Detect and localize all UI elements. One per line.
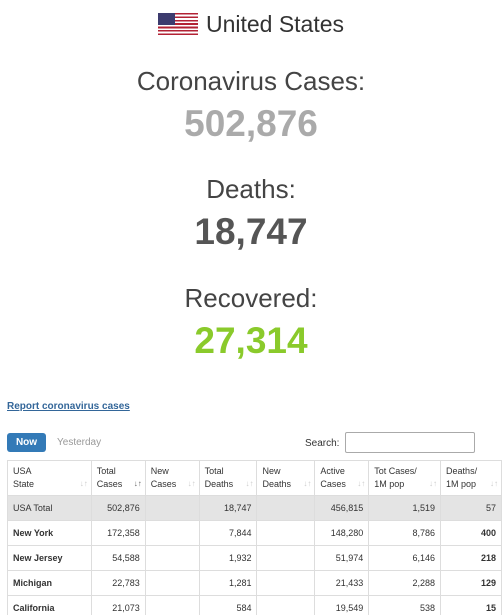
column-header-line: Tot Cases/ — [374, 466, 417, 476]
table-cell: 2,288 — [368, 570, 442, 596]
column-header-total-deaths[interactable]: Total Deaths ↓↑ — [198, 460, 258, 496]
table-cell — [256, 520, 316, 546]
table-cell — [256, 570, 316, 596]
table-cell — [144, 545, 200, 571]
country-name: United States — [205, 10, 345, 37]
table-cell: 456,815 — [314, 495, 370, 521]
column-header-line: 1M pop — [446, 479, 477, 489]
column-header-line: USA — [13, 466, 32, 476]
sort-icon: ↓↑ — [303, 479, 312, 488]
table-cell-state: New Jersey — [7, 545, 92, 571]
table-row: New Jersey 54,588 1,932 51,974 6,146 218 — [7, 545, 502, 571]
column-header-line: New — [262, 466, 281, 476]
sort-icon: ↓↑ — [245, 479, 254, 488]
column-header-new-cases[interactable]: New Cases ↓↑ — [144, 460, 200, 496]
table-cell: 7,844 — [198, 520, 258, 546]
table-cell — [144, 570, 200, 596]
table-cell: 218 — [440, 545, 502, 571]
table-cell — [256, 545, 316, 571]
column-header-line: Cases — [96, 479, 123, 489]
table-cell: 1,932 — [198, 545, 258, 571]
table-cell: 1,281 — [198, 570, 258, 596]
table-cell: 1,519 — [368, 495, 442, 521]
cases-label: Coronavirus Cases: — [136, 66, 366, 96]
column-header-tot-cases-per-1m[interactable]: Tot Cases/1M pop ↓↑ — [368, 460, 442, 496]
sort-desc-icon: ↓↑ — [133, 479, 142, 488]
table-cell: 6,146 — [368, 545, 442, 571]
table-cell — [144, 495, 200, 521]
table-cell: 18,747 — [198, 495, 258, 521]
table-cell: 21,433 — [314, 570, 370, 596]
table-cell-state: USA Total — [7, 495, 92, 521]
search-input[interactable] — [345, 432, 475, 453]
table-cell: 172,358 — [90, 520, 146, 546]
recovered-value: 27,314 — [194, 320, 308, 361]
column-header-line: Cases — [150, 479, 177, 489]
recovered-label: Recovered: — [184, 283, 318, 313]
table-cell: 502,876 — [90, 495, 146, 521]
column-header-line: Deaths — [262, 479, 291, 489]
tab-yesterday[interactable]: Yesterday — [57, 437, 101, 448]
table-cell-state: New York — [7, 520, 92, 546]
table-cell: 19,549 — [314, 595, 370, 615]
country-header: United States — [0, 9, 502, 39]
table-cell — [256, 495, 316, 521]
search-label: Search: — [305, 438, 340, 449]
sort-icon: ↓↑ — [187, 479, 196, 488]
table-cell: 400 — [440, 520, 502, 546]
table-cell: 57 — [440, 495, 502, 521]
column-header-line: New — [150, 466, 169, 476]
column-header-line: Active — [320, 466, 345, 476]
sort-icon: ↓↑ — [429, 479, 438, 488]
sort-icon: ↓↑ — [490, 479, 498, 488]
column-header-line: State — [13, 479, 35, 489]
column-header-line: Cases — [320, 479, 346, 489]
table-row: California 21,073 584 19,549 538 15 — [7, 595, 502, 615]
table-cell — [144, 520, 200, 546]
table-cell: 148,280 — [314, 520, 370, 546]
table-cell: 15 — [440, 595, 502, 615]
table-cell-state: Michigan — [7, 570, 92, 596]
table-cell — [144, 595, 200, 615]
deaths-value: 18,747 — [194, 211, 308, 252]
table-cell: 54,588 — [90, 545, 146, 571]
column-header-total-cases[interactable]: Total Cases ↓↑ — [90, 460, 146, 496]
sort-icon: ↓↑ — [79, 479, 88, 488]
table-cell: 129 — [440, 570, 502, 596]
tab-now[interactable]: Now — [7, 433, 46, 452]
table-row: New York 172,358 7,844 148,280 8,786 400 — [7, 520, 502, 546]
deaths-label: Deaths: — [206, 174, 296, 204]
report-cases-link[interactable]: Report coronavirus cases — [7, 401, 130, 412]
column-header-state[interactable]: USA State ↓↑ — [7, 460, 92, 496]
table-row: Michigan 22,783 1,281 21,433 2,288 129 — [7, 570, 502, 596]
column-header-line: Total — [204, 466, 224, 476]
column-header-line: Deaths — [204, 479, 234, 489]
table-cell — [256, 595, 316, 615]
table-header-row: USA State ↓↑ Total Cases ↓↑ New Cases ↓↑ Total… — [7, 460, 502, 496]
cases-value: 502,876 — [184, 103, 318, 144]
column-header-new-deaths[interactable]: New Deaths ↓↑ — [256, 460, 316, 496]
table-cell: 21,073 — [90, 595, 146, 615]
table-cell: 584 — [198, 595, 258, 615]
column-header-line: 1M pop — [374, 479, 405, 489]
column-header-line: Deaths/ — [446, 466, 478, 476]
table-cell: 538 — [368, 595, 442, 615]
column-header-active-cases[interactable]: Active Cases ↓↑ — [314, 460, 370, 496]
table-cell: 51,974 — [314, 545, 370, 571]
sort-icon: ↓↑ — [357, 479, 366, 488]
column-header-line: Total — [96, 466, 116, 476]
table-cell: 8,786 — [368, 520, 442, 546]
states-table: USA State ↓↑ Total Cases ↓↑ New Cases ↓↑ Total… — [7, 460, 502, 615]
us-flag-icon — [157, 13, 198, 35]
column-header-deaths-per-1m[interactable]: Deaths/1M pop ↓↑ — [440, 460, 502, 496]
table-row-usa-total: USA Total 502,876 18,747 456,815 1,519 5… — [7, 495, 502, 521]
table-cell-state: California — [7, 595, 92, 615]
table-cell: 22,783 — [90, 570, 146, 596]
